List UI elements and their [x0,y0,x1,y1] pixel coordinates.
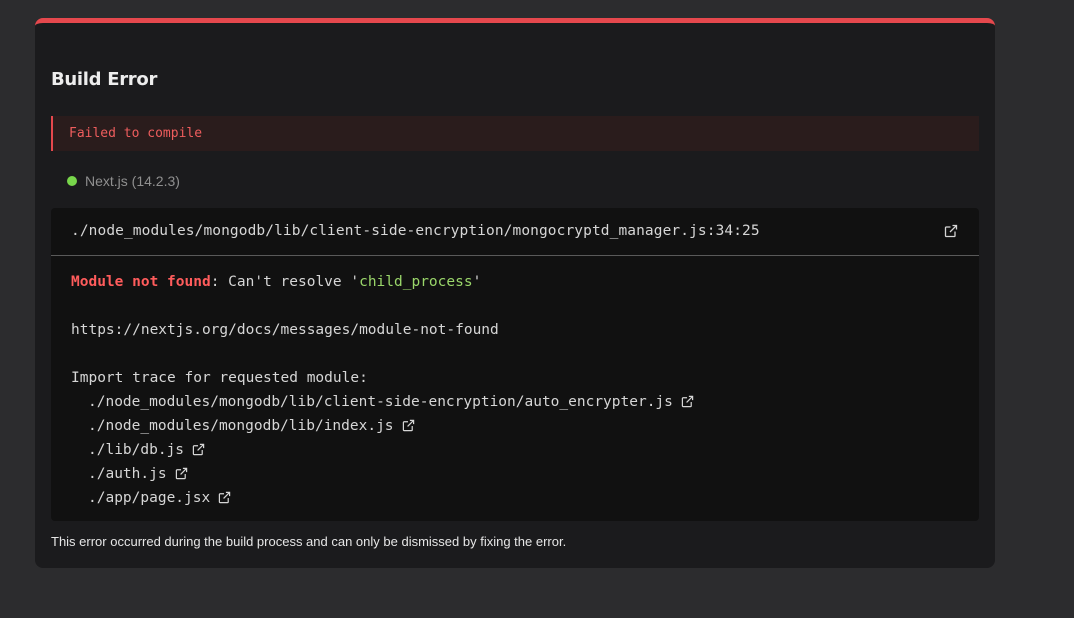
trace-path[interactable]: ./node_modules/mongodb/lib/index.js [88,418,394,434]
error-banner-text: Failed to compile [69,126,203,141]
open-in-editor-icon[interactable] [944,224,958,238]
code-frame-header: ./node_modules/mongodb/lib/client-side-e… [51,208,979,256]
trace-path[interactable]: ./lib/db.js [88,442,184,458]
trace-item: ./node_modules/mongodb/lib/client-side-e… [71,390,695,414]
open-in-editor-icon[interactable] [218,491,232,505]
trace-path[interactable]: ./app/page.jsx [88,490,210,506]
code-frame: ./node_modules/mongodb/lib/client-side-e… [51,208,979,521]
source-file-path[interactable]: ./node_modules/mongodb/lib/client-side-e… [71,223,760,239]
open-in-editor-icon[interactable] [681,395,695,409]
open-in-editor-icon[interactable] [175,467,189,481]
trace-path[interactable]: ./auth.js [88,466,167,482]
module-error-line: Module not found: Can't resolve 'child_p… [71,274,482,290]
trace-item: ./node_modules/mongodb/lib/index.js [71,414,695,438]
module-not-found-label: Module not found [71,274,211,290]
open-in-editor-icon[interactable] [192,443,206,457]
trace-item: ./auth.js [71,462,695,486]
missing-module-name: child_process [359,274,473,290]
nextjs-version: Next.js (14.2.3) [67,173,180,189]
trace-path[interactable]: ./node_modules/mongodb/lib/client-side-e… [88,394,673,410]
version-label: Next.js (14.2.3) [85,173,180,189]
build-error-dialog: Build Error Failed to compile Next.js (1… [35,18,995,568]
trace-item: ./app/page.jsx [71,486,695,510]
status-dot-icon [67,176,77,186]
error-message-body: Module not found: Can't resolve 'child_p… [71,270,695,510]
trace-item: ./lib/db.js [71,438,695,462]
import-trace-title: Import trace for requested module: [71,370,368,386]
open-in-editor-icon[interactable] [402,419,416,433]
docs-link[interactable]: https://nextjs.org/docs/messages/module-… [71,318,695,342]
dialog-title: Build Error [51,69,158,90]
error-banner: Failed to compile [51,116,979,151]
dismiss-note: This error occurred during the build pro… [51,534,567,549]
